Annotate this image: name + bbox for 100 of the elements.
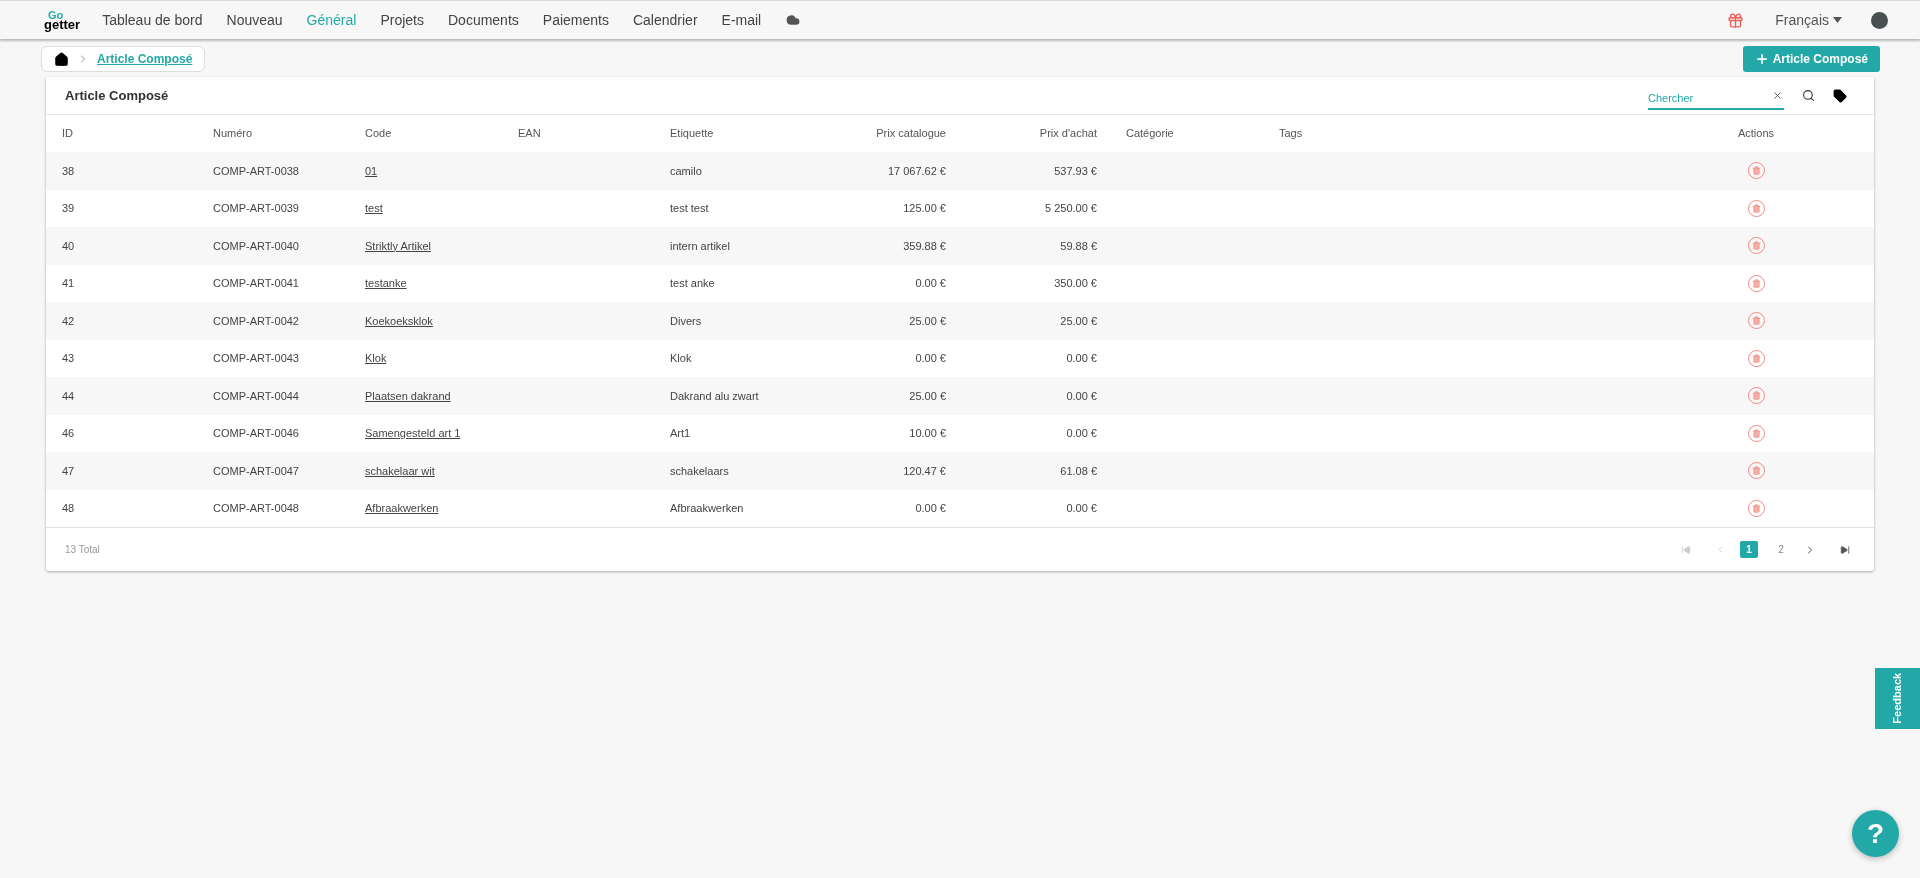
code-link[interactable]: 01 [365, 162, 378, 179]
table-cell-text: 43 [62, 351, 76, 366]
trash-icon [1751, 241, 1761, 251]
table-cell-text: Art1 [670, 426, 692, 441]
table-cell-text: 46 [62, 426, 76, 441]
table-cell-text: Dakrand alu zwart [670, 388, 760, 404]
code-link[interactable]: Striktly Artikel [365, 237, 431, 254]
cloud-icon[interactable] [785, 13, 802, 27]
column-header[interactable]: Etiquette [670, 125, 820, 142]
column-header[interactable]: Code [365, 125, 518, 142]
code-link[interactable]: schakelaar wit [365, 462, 435, 479]
plus-icon [1754, 52, 1769, 66]
logo[interactable]: Go getter [44, 10, 81, 30]
table-cell-text: 25.00 € [908, 388, 946, 404]
table-cell-text: 25.00 € [908, 313, 946, 329]
table-cell-text: camilo [670, 163, 703, 179]
table-cell-text: intern artikel [670, 238, 731, 254]
language-dropdown[interactable]: Français [1775, 9, 1842, 31]
table-cell-text: COMP-ART-0046 [213, 426, 300, 441]
column-header[interactable]: Catégorie [1126, 125, 1279, 142]
table-cell-text: COMP-ART-0039 [213, 201, 300, 216]
code-link[interactable]: Afbraakwerken [365, 500, 439, 517]
table-cell-text: 0.00 € [1065, 426, 1097, 441]
avatar[interactable] [1871, 11, 1888, 29]
trash-icon [1751, 353, 1761, 363]
table-cell-text: test test [670, 201, 710, 216]
gift-icon[interactable] [1727, 11, 1745, 29]
table-cell-text: 0.00 € [914, 276, 946, 291]
trash-icon [1751, 316, 1761, 326]
table-cell-text: 39 [62, 201, 76, 216]
table-cell-text: 47 [62, 463, 76, 479]
table-cell-text: COMP-ART-0041 [213, 276, 300, 291]
table-cell-text: 0.00 € [1065, 501, 1097, 516]
trash-icon [1751, 278, 1761, 288]
column-header[interactable]: EAN [518, 125, 670, 142]
code-link[interactable]: testanke [365, 275, 407, 292]
nav-link[interactable]: E-mail [721, 9, 762, 31]
table-cell-text: 120.47 € [902, 463, 946, 479]
code-link[interactable]: Klok [365, 350, 387, 367]
nav-link[interactable]: Tableau de bord [102, 9, 203, 31]
table-cell-text: COMP-ART-0040 [213, 238, 300, 254]
code-link[interactable]: test [365, 200, 383, 217]
table-cell-text: COMP-ART-0048 [213, 501, 300, 516]
page-button[interactable]: 2 [1772, 541, 1790, 558]
nav-link[interactable]: Documents [448, 9, 519, 31]
table-cell-text: 40 [62, 238, 76, 254]
trash-icon [1751, 203, 1761, 213]
home-icon[interactable] [54, 51, 69, 67]
table-cell-text: 537.93 € [1053, 163, 1097, 179]
table-cell-text: COMP-ART-0043 [213, 351, 300, 366]
table-cell-text: 359.88 € [902, 238, 946, 254]
column-header[interactable]: Prix d'achat [946, 125, 1097, 142]
table-cell-text: test anke [670, 276, 716, 291]
table-cell-text: 0.00 € [914, 351, 946, 366]
last-page-icon[interactable] [1840, 544, 1850, 555]
card-title: Article Composé [65, 86, 169, 105]
table-cell-text: 42 [62, 313, 76, 329]
table-cell-text: 17 067.62 € [886, 163, 946, 179]
nav-link[interactable]: Projets [380, 9, 424, 31]
total-count: 13 Total [65, 543, 100, 557]
table-cell-text: Klok [670, 351, 693, 366]
column-header[interactable]: ID [62, 125, 213, 142]
table-cell-text: 0.00 € [914, 501, 946, 516]
table-cell-text: Afbraakwerken [670, 501, 745, 516]
table-cell-text: 0.00 € [1065, 388, 1097, 404]
column-header[interactable]: Tags [1279, 125, 1681, 142]
code-link[interactable]: Samengesteld art 1 [365, 425, 461, 442]
column-header[interactable]: Actions [1681, 125, 1831, 142]
nav-link[interactable]: Calendrier [632, 9, 698, 31]
table-cell-text: 10.00 € [908, 426, 946, 441]
code-link[interactable]: Plaatsen dakrand [365, 387, 451, 404]
column-header[interactable]: Numéro [213, 125, 365, 142]
table-cell-text: Divers [670, 313, 703, 329]
table-cell-text: COMP-ART-0042 [213, 313, 300, 329]
column-header[interactable]: Prix catalogue [820, 125, 946, 142]
search-field[interactable]: Chercher [1648, 87, 1784, 110]
table-cell-text: 350.00 € [1053, 276, 1097, 291]
caret-icon [1833, 17, 1842, 23]
trash-icon [1751, 391, 1761, 401]
table-cell-text: COMP-ART-0044 [213, 388, 300, 404]
table-cell-text: 41 [62, 276, 76, 291]
table-cell-text: 59.88 € [1059, 238, 1097, 254]
table-cell-text: 61.08 € [1059, 463, 1097, 479]
code-link[interactable]: Koekoeksklok [365, 312, 433, 329]
search-icon[interactable] [1802, 89, 1815, 102]
table-cell-text: 44 [62, 388, 76, 404]
table-cell-text: 25.00 € [1059, 313, 1097, 329]
trash-icon [1751, 428, 1761, 438]
table-cell-text: 125.00 € [902, 201, 946, 216]
clear-icon[interactable] [1772, 89, 1783, 101]
tag-icon[interactable] [1833, 88, 1847, 103]
table-cell-text: schakelaars [670, 463, 730, 479]
trash-icon [1751, 503, 1761, 513]
nav-link[interactable]: Paiements [542, 9, 609, 31]
table-cell-text: 48 [62, 501, 76, 516]
table-cell-text: COMP-ART-0047 [213, 463, 300, 479]
trash-icon [1751, 166, 1761, 176]
nav-link[interactable]: Nouveau [226, 9, 283, 31]
trash-icon [1751, 466, 1761, 476]
table-cell-text: 5 250.00 € [1044, 201, 1097, 216]
